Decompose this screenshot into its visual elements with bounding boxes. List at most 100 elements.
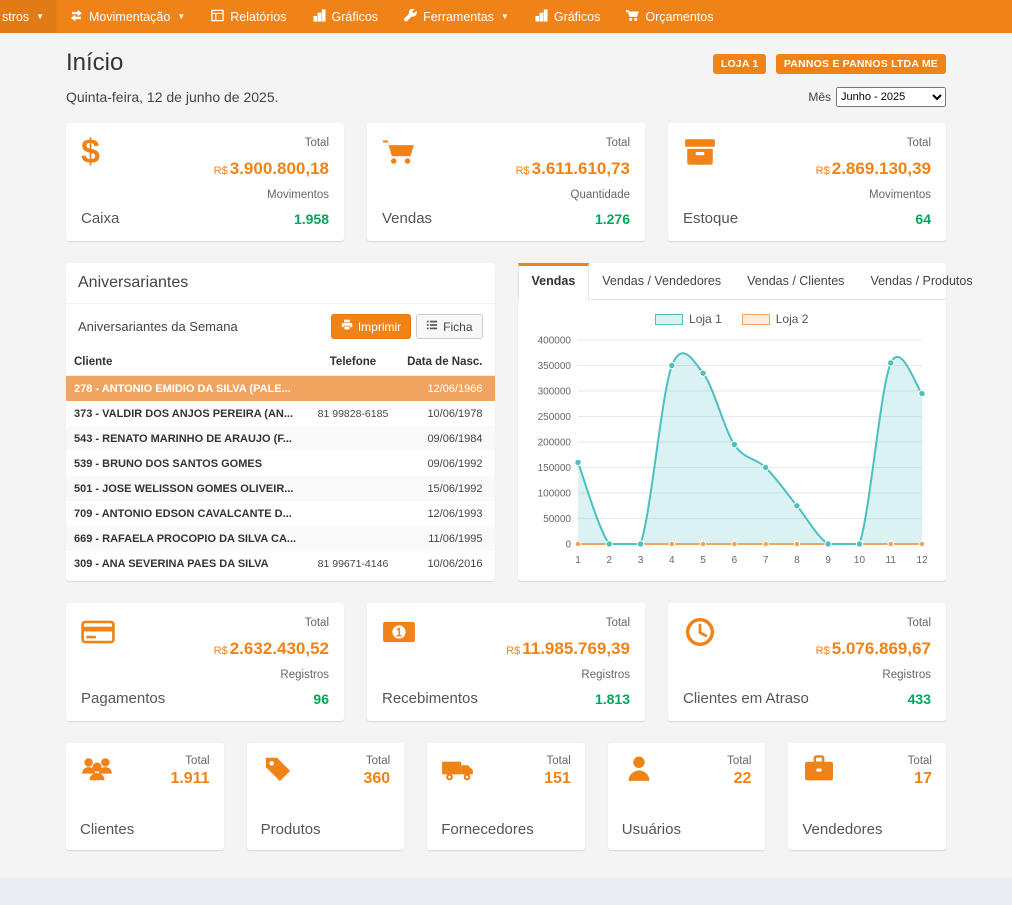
table-row[interactable]: 543 - RENATO MARINHO DE ARAUJO (F... 09/… bbox=[66, 426, 495, 451]
recebimentos-card: 1 Recebimentos Total R$11.985.769,39 Reg… bbox=[367, 603, 645, 721]
card-title: Vendas bbox=[382, 210, 432, 227]
archive-icon bbox=[683, 137, 738, 172]
nav-item-movimentacao[interactable]: Movimentação ▼ bbox=[57, 0, 198, 33]
nav-item-relatorios[interactable]: Relatórios bbox=[198, 0, 299, 33]
secondary-value: 1.958 bbox=[214, 211, 329, 227]
bar-chart-icon bbox=[313, 9, 326, 25]
total-value: R$2.869.130,39 bbox=[816, 159, 931, 179]
total-label: Total bbox=[544, 755, 571, 767]
secondary-value: 96 bbox=[214, 691, 329, 707]
bar-chart-icon bbox=[535, 9, 548, 25]
secondary-label: Registros bbox=[214, 669, 329, 681]
total-value: R$3.900.800,18 bbox=[214, 159, 329, 179]
svg-text:400000: 400000 bbox=[537, 336, 571, 347]
tag-icon bbox=[261, 755, 295, 788]
nav-label: Orçamentos bbox=[645, 10, 713, 24]
report-icon bbox=[211, 9, 224, 25]
table-row[interactable]: 709 - ANTONIO EDSON CAVALCANTE D... 12/0… bbox=[66, 501, 495, 526]
produtos-card: Total 360 Produtos bbox=[247, 743, 405, 850]
legend-swatch-loja1 bbox=[655, 314, 683, 325]
vendedores-card: Total 17 Vendedores bbox=[788, 743, 946, 850]
phone-cell bbox=[309, 451, 397, 476]
svg-text:50000: 50000 bbox=[543, 514, 571, 525]
card-title: Recebimentos bbox=[382, 690, 478, 707]
client-cell: 709 - ANTONIO EDSON CAVALCANTE D... bbox=[66, 501, 309, 526]
secondary-value: 64 bbox=[816, 211, 931, 227]
credit-card-icon bbox=[81, 617, 165, 652]
total-label: Total bbox=[727, 755, 751, 767]
phone-cell: 81 99671-4146 bbox=[309, 551, 397, 576]
birthdate-cell: 09/06/1992 bbox=[397, 451, 494, 476]
birthdays-panel: Aniversariantes Aniversariantes da Seman… bbox=[66, 263, 495, 581]
legend-loja2: Loja 2 bbox=[742, 312, 809, 326]
phone-cell bbox=[309, 501, 397, 526]
svg-text:0: 0 bbox=[565, 540, 571, 551]
nav-item-cadastros[interactable]: stros ▼ bbox=[0, 0, 57, 33]
table-row[interactable]: 309 - ANA SEVERINA PAES DA SILVA 81 9967… bbox=[66, 551, 495, 576]
svg-text:5: 5 bbox=[700, 555, 706, 566]
birthdate-cell: 15/06/1992 bbox=[397, 476, 494, 501]
phone-cell bbox=[309, 376, 397, 402]
birthdate-cell: 12/06/1993 bbox=[397, 501, 494, 526]
chart-legend: Loja 1 Loja 2 bbox=[528, 312, 937, 326]
secondary-value: 433 bbox=[816, 691, 931, 707]
nav-item-ferramentas[interactable]: Ferramentas ▼ bbox=[391, 0, 522, 33]
svg-text:150000: 150000 bbox=[537, 463, 571, 474]
total-label: Total bbox=[363, 755, 390, 767]
total-label: Total bbox=[214, 137, 329, 149]
top-navbar: stros ▼ Movimentação ▼ Relatórios Gráfic… bbox=[0, 0, 1012, 33]
pagamentos-card: Pagamentos Total R$2.632.430,52 Registro… bbox=[66, 603, 344, 721]
svg-text:9: 9 bbox=[825, 555, 831, 566]
month-select[interactable]: Junho - 2025 bbox=[836, 87, 946, 107]
birthdate-cell: 10/06/1978 bbox=[397, 401, 494, 426]
tab-vendas-vendedores[interactable]: Vendas / Vendedores bbox=[589, 263, 734, 299]
current-date: Quinta-feira, 12 de junho de 2025. bbox=[66, 89, 279, 105]
nav-label: Gráficos bbox=[554, 10, 601, 24]
nav-item-orcamentos[interactable]: Orçamentos bbox=[613, 0, 726, 33]
print-button[interactable]: Imprimir bbox=[331, 314, 411, 339]
tab-vendas-clientes[interactable]: Vendas / Clientes bbox=[734, 263, 857, 299]
sales-chart: 0500001000001500002000002500003000003500… bbox=[528, 332, 937, 575]
table-row[interactable]: 539 - BRUNO DOS SANTOS GOMES 09/06/1992 bbox=[66, 451, 495, 476]
svg-text:11: 11 bbox=[885, 555, 896, 566]
nav-item-graficos[interactable]: Gráficos bbox=[300, 0, 392, 33]
card-title: Vendedores bbox=[802, 821, 932, 838]
sales-panel: Vendas Vendas / Vendedores Vendas / Clie… bbox=[518, 263, 947, 581]
total-value: 151 bbox=[544, 770, 571, 788]
svg-text:3: 3 bbox=[637, 555, 643, 566]
birthdays-subtitle: Aniversariantes da Semana bbox=[78, 319, 238, 334]
nav-label: Relatórios bbox=[230, 10, 286, 24]
total-label: Total bbox=[170, 755, 209, 767]
secondary-value: 1.813 bbox=[506, 691, 630, 707]
store-badge: LOJA 1 bbox=[713, 54, 767, 74]
dollar-icon: $ bbox=[81, 137, 119, 168]
client-cell: 278 - ANTONIO EMIDIO DA SILVA (PALE... bbox=[66, 376, 309, 402]
client-cell: 539 - BRUNO DOS SANTOS GOMES bbox=[66, 451, 309, 476]
exchange-icon bbox=[70, 9, 83, 25]
tab-vendas[interactable]: Vendas bbox=[518, 263, 590, 300]
card-title: Fornecedores bbox=[441, 821, 571, 838]
wrench-icon bbox=[404, 9, 417, 25]
client-cell: 501 - JOSE WELISSON GOMES OLIVEIR... bbox=[66, 476, 309, 501]
nav-label: stros bbox=[2, 10, 29, 24]
total-label: Total bbox=[506, 617, 630, 629]
phone-cell: 81 99828-6185 bbox=[309, 401, 397, 426]
table-row[interactable]: 501 - JOSE WELISSON GOMES OLIVEIR... 15/… bbox=[66, 476, 495, 501]
card-title: Produtos bbox=[261, 821, 391, 838]
tab-vendas-produtos[interactable]: Vendas / Produtos bbox=[857, 263, 985, 299]
vendas-card: Vendas Total R$3.611.610,73 Quantidade 1… bbox=[367, 123, 645, 241]
legend-loja1: Loja 1 bbox=[655, 312, 722, 326]
caret-down-icon: ▼ bbox=[36, 12, 44, 21]
card-title: Caixa bbox=[81, 210, 119, 227]
table-row[interactable]: 278 - ANTONIO EMIDIO DA SILVA (PALE... 1… bbox=[66, 376, 495, 402]
birthdate-cell: 12/06/1966 bbox=[397, 376, 494, 402]
caret-down-icon: ▼ bbox=[177, 12, 185, 21]
svg-text:200000: 200000 bbox=[537, 438, 571, 449]
caret-down-icon: ▼ bbox=[501, 12, 509, 21]
table-row[interactable]: 669 - RAFAELA PROCOPIO DA SILVA CA... 11… bbox=[66, 526, 495, 551]
ficha-button[interactable]: Ficha bbox=[416, 314, 482, 339]
clientes-card: Total 1.911 Clientes bbox=[66, 743, 224, 850]
table-row[interactable]: 373 - VALDIR DOS ANJOS PEREIRA (AN... 81… bbox=[66, 401, 495, 426]
nav-item-graficos-2[interactable]: Gráficos bbox=[522, 0, 614, 33]
phone-cell bbox=[309, 526, 397, 551]
